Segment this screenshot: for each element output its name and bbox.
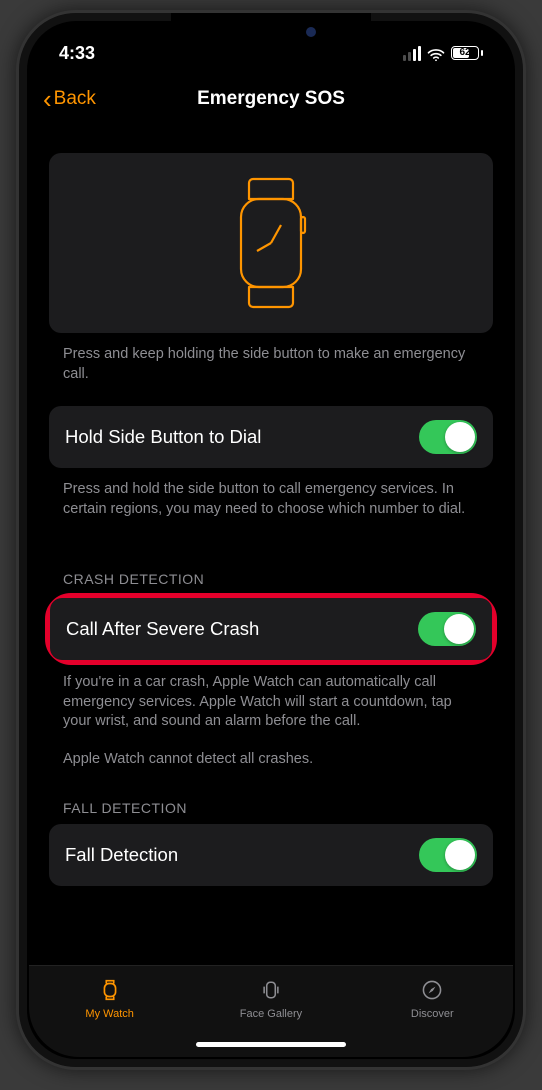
- face-gallery-icon: [257, 976, 285, 1004]
- content-scroll[interactable]: Press and keep holding the side button t…: [29, 125, 513, 965]
- crash-note: Apple Watch cannot detect all crashes.: [49, 732, 493, 770]
- watch-icon: [96, 976, 124, 1004]
- phone-frame: 4:33 62 ‹ Back Emergency SOS: [16, 10, 526, 1070]
- highlight-annotation: Call After Severe Crash: [45, 593, 497, 665]
- battery-icon: 62: [451, 46, 483, 60]
- nav-bar: ‹ Back Emergency SOS: [29, 73, 513, 125]
- hold-side-button-row[interactable]: Hold Side Button to Dial: [49, 406, 493, 468]
- tab-discover-label: Discover: [411, 1008, 454, 1020]
- notch: [171, 13, 371, 47]
- hold-side-button-label: Hold Side Button to Dial: [65, 426, 261, 448]
- back-label: Back: [54, 88, 96, 110]
- fall-detection-label: Fall Detection: [65, 844, 178, 866]
- fall-detection-toggle[interactable]: [419, 838, 477, 872]
- crash-detection-header: CRASH DETECTION: [49, 541, 493, 595]
- tab-discover[interactable]: Discover: [372, 976, 492, 1020]
- chevron-left-icon: ‹: [43, 86, 52, 112]
- home-indicator[interactable]: [196, 1042, 346, 1047]
- hero-description: Press and keep holding the side button t…: [49, 333, 493, 406]
- fall-detection-header: FALL DETECTION: [49, 770, 493, 824]
- wifi-icon: [427, 46, 445, 60]
- fall-detection-row[interactable]: Fall Detection: [49, 824, 493, 886]
- crash-description: If you're in a car crash, Apple Watch ca…: [49, 663, 493, 732]
- hold-side-button-description: Press and hold the side button to call e…: [49, 468, 493, 541]
- call-after-crash-toggle[interactable]: [418, 612, 476, 646]
- tab-face-gallery[interactable]: Face Gallery: [211, 976, 331, 1020]
- compass-icon: [418, 976, 446, 1004]
- tab-my-watch-label: My Watch: [85, 1008, 134, 1020]
- hero-card: [49, 153, 493, 333]
- status-time: 4:33: [59, 43, 95, 64]
- call-after-crash-row[interactable]: Call After Severe Crash: [50, 598, 492, 660]
- back-button[interactable]: ‹ Back: [43, 86, 96, 112]
- call-after-crash-label: Call After Severe Crash: [66, 618, 259, 640]
- apple-watch-illustration-icon: [227, 173, 315, 313]
- tab-my-watch[interactable]: My Watch: [50, 976, 170, 1020]
- page-title: Emergency SOS: [197, 88, 345, 110]
- cellular-icon: [403, 46, 421, 61]
- tab-face-gallery-label: Face Gallery: [240, 1008, 302, 1020]
- hold-side-button-toggle[interactable]: [419, 420, 477, 454]
